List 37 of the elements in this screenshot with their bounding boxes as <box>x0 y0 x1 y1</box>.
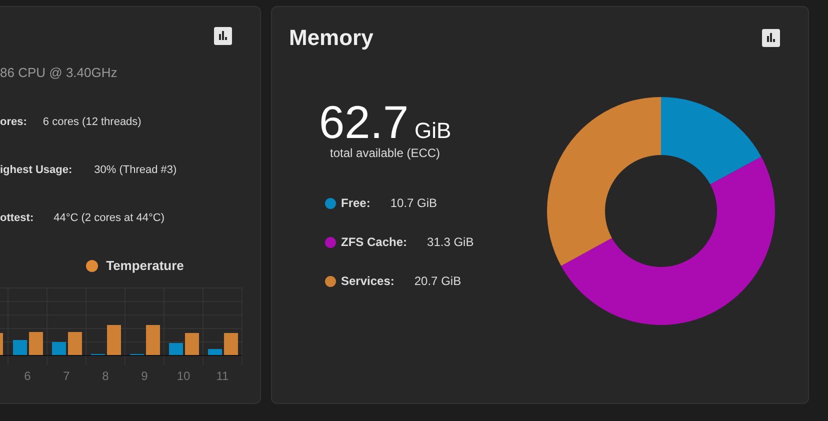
stat-value: 44°C (2 cores at 44°C) <box>54 212 165 224</box>
stat-label: ottest: <box>0 212 34 224</box>
bar <box>146 325 160 355</box>
legend-label: ZFS Cache: <box>341 235 408 249</box>
axis-label: 6 <box>23 369 32 385</box>
bar <box>224 333 238 355</box>
bar <box>29 332 43 355</box>
stat-label: ores: <box>0 116 27 128</box>
axis-label: 10 <box>176 369 192 385</box>
bar <box>0 333 3 355</box>
total-value: 62.7 <box>319 100 409 144</box>
axis-label: 11 <box>215 369 230 385</box>
bar <box>208 349 222 355</box>
bar <box>169 343 183 355</box>
chart-icon[interactable] <box>214 27 232 45</box>
panel-title: Memory <box>289 25 374 51</box>
bar <box>13 340 27 355</box>
legend-value: 20.7 GiB <box>414 274 462 288</box>
legend-label: Free: <box>341 196 370 210</box>
total-caption: total available (ECC) <box>329 146 442 160</box>
legend-label: Services: <box>341 274 394 288</box>
stat-label: ighest Usage: <box>0 164 72 176</box>
legend-label: Temperature <box>106 258 184 273</box>
legend-value: 10.7 GiB <box>390 196 438 210</box>
bar <box>52 342 66 355</box>
bar <box>107 325 121 355</box>
legend-value: 31.3 GiB <box>427 235 474 249</box>
stat-value: 6 cores (12 threads) <box>42 116 142 128</box>
axis-label: 9 <box>140 369 149 385</box>
total-unit: GiB <box>414 118 452 144</box>
stat-value: 30% (Thread #3) <box>94 164 177 176</box>
axis-label: 8 <box>101 369 110 385</box>
chart-icon[interactable] <box>762 29 780 47</box>
axis-label: 7 <box>62 369 71 385</box>
bar <box>185 333 199 355</box>
cpu-model: 86 CPU @ 3.40GHz <box>0 65 118 82</box>
bar <box>68 332 82 355</box>
